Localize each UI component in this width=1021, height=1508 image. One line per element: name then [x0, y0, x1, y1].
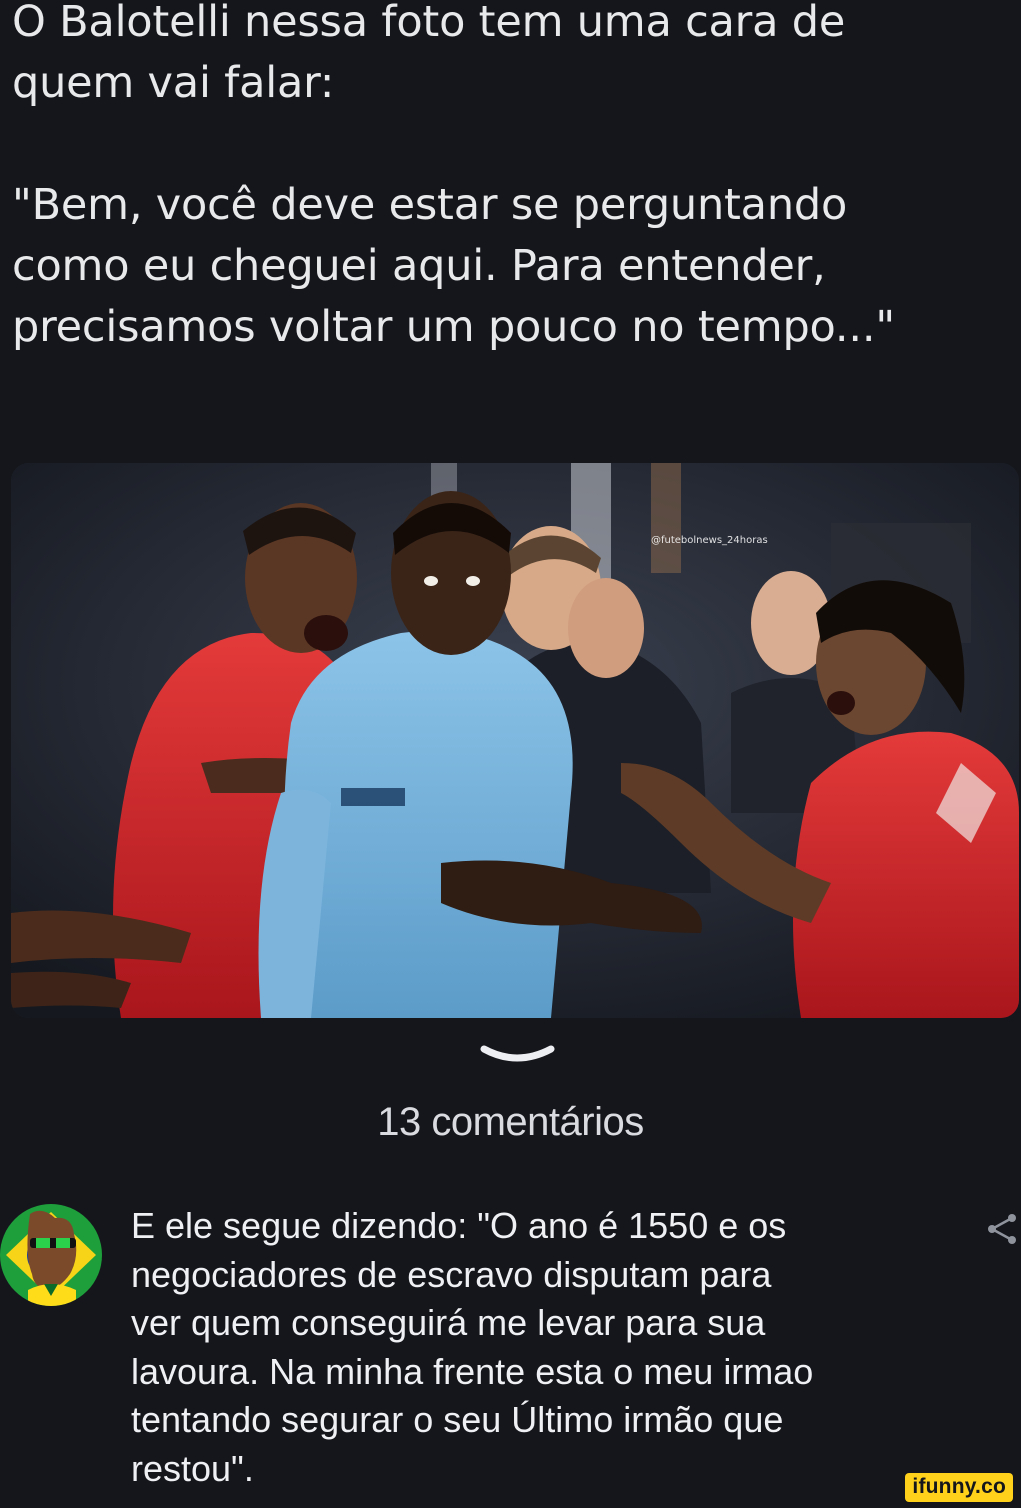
ifunny-watermark: ifunny.co — [905, 1473, 1013, 1502]
photo-watermark: @futebolnews_24horas — [651, 535, 768, 546]
share-icon[interactable] — [985, 1212, 1019, 1246]
tweet-photo[interactable]: @futebolnews_24horas — [11, 463, 1019, 1018]
comments-count[interactable]: 13 comentários — [0, 1100, 1021, 1145]
user-avatar[interactable] — [0, 1204, 102, 1306]
comment-text: E ele segue dizendo: "O ano é 1550 e os … — [131, 1205, 814, 1489]
tweet-text: O Balotelli nessa foto tem uma cara de q… — [12, 0, 895, 352]
chevron-down-icon[interactable] — [480, 1043, 555, 1073]
